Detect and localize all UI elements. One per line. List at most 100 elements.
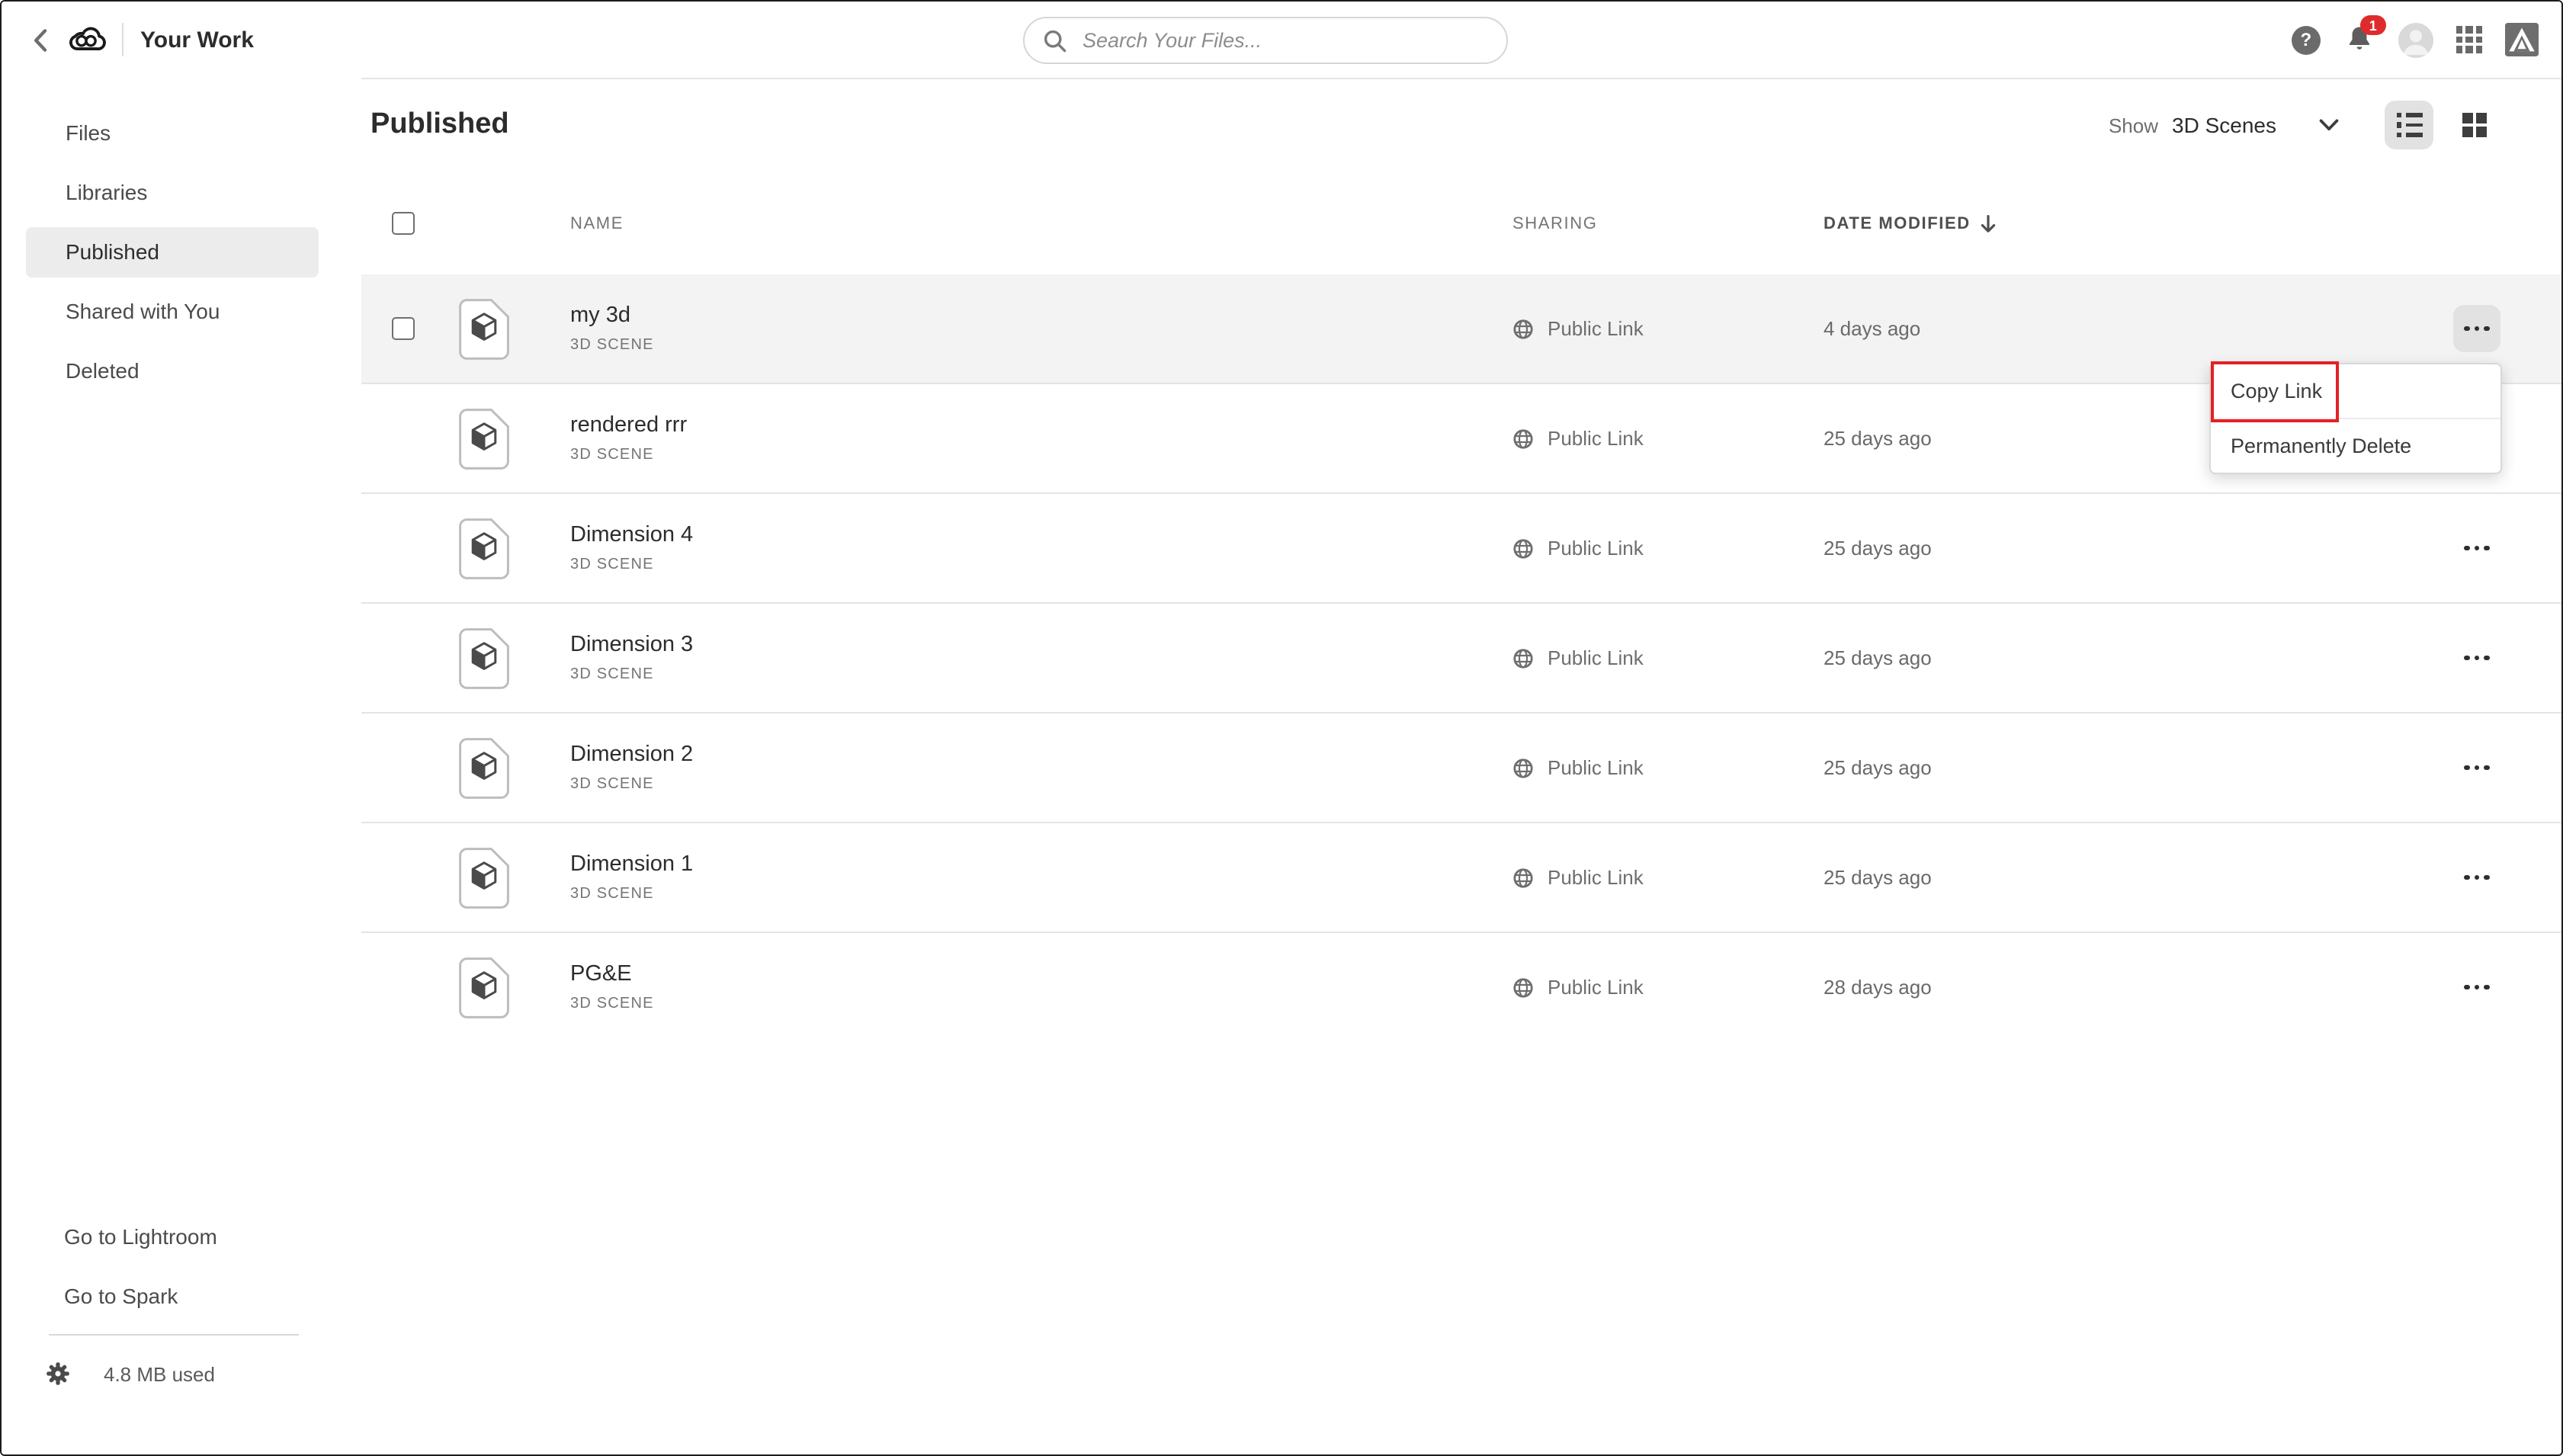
- row-actions-button[interactable]: [2453, 305, 2500, 352]
- globe-icon: [1512, 977, 1534, 998]
- row-date: 25 days ago: [1824, 604, 1932, 712]
- sort-descending-icon: [1981, 215, 1997, 233]
- apps-grid-button[interactable]: [2456, 27, 2482, 53]
- file-card-icon: [459, 628, 509, 697]
- table-row[interactable]: Dimension 2 3D SCENE Public Link 25 days…: [361, 714, 2561, 823]
- row-sharing-label: Public Link: [1548, 976, 1644, 999]
- ellipsis-icon: [2464, 765, 2469, 770]
- notifications-button[interactable]: 1: [2343, 23, 2375, 56]
- row-sharing-label: Public Link: [1548, 317, 1644, 340]
- cube-3d-icon: [473, 314, 496, 340]
- search-icon: [1043, 28, 1067, 53]
- column-header-date-modified[interactable]: DATE MODIFIED: [1824, 215, 1997, 233]
- adobe-logo: [2505, 23, 2539, 56]
- row-type-label: 3D SCENE: [570, 337, 654, 354]
- menu-item-copy-link[interactable]: Copy Link: [2211, 364, 2500, 418]
- sidebar-item-files[interactable]: Files: [26, 108, 319, 159]
- file-card-icon: [459, 738, 509, 807]
- top-header: Your Work ? 1: [2, 2, 2561, 79]
- main-content: Published Show 3D Scenes: [361, 78, 2561, 1454]
- page-title: Published: [370, 108, 509, 142]
- row-type-label: 3D SCENE: [570, 666, 693, 683]
- show-filter-value[interactable]: 3D Scenes: [2172, 113, 2276, 137]
- account-avatar-button[interactable]: [2398, 22, 2433, 57]
- notification-badge: 1: [2360, 15, 2386, 35]
- settings-button[interactable]: [46, 1361, 70, 1386]
- grid-view-button[interactable]: [2450, 101, 2499, 149]
- globe-icon: [1512, 647, 1534, 669]
- globe-icon: [1512, 537, 1534, 559]
- row-name: PG&E: [570, 962, 654, 986]
- sidebar-item-published[interactable]: Published: [26, 227, 319, 277]
- help-icon: ?: [2300, 29, 2311, 50]
- globe-icon: [1512, 428, 1534, 449]
- file-card-icon: [459, 299, 509, 367]
- row-actions-button[interactable]: [2453, 854, 2500, 901]
- sidebar-item-shared-with-you[interactable]: Shared with You: [26, 287, 319, 337]
- file-card-icon: [459, 409, 509, 477]
- ellipsis-icon: [2464, 984, 2469, 989]
- help-button[interactable]: ?: [2292, 25, 2321, 54]
- grid-view-icon: [2462, 113, 2488, 138]
- search-input[interactable]: [1079, 27, 1488, 53]
- row-actions-button[interactable]: [2453, 964, 2500, 1011]
- row-name: Dimension 3: [570, 633, 693, 657]
- file-card-icon: [459, 848, 509, 916]
- row-actions-button[interactable]: [2453, 524, 2500, 572]
- row-sharing-label: Public Link: [1548, 427, 1644, 450]
- row-actions-button[interactable]: [2453, 634, 2500, 681]
- row-type-label: 3D SCENE: [570, 776, 693, 793]
- show-filter-dropdown[interactable]: [2319, 119, 2339, 131]
- list-view-icon: [2396, 113, 2422, 138]
- row-type-label: 3D SCENE: [570, 996, 654, 1012]
- table-row[interactable]: Dimension 3 3D SCENE Public Link 25 days…: [361, 604, 2561, 714]
- app-window: Your Work ? 1: [0, 0, 2563, 1456]
- row-sharing-label: Public Link: [1548, 537, 1644, 560]
- sidebar-item-libraries[interactable]: Libraries: [26, 168, 319, 218]
- avatar-icon: [2398, 22, 2433, 57]
- row-date: 4 days ago: [1824, 274, 1920, 383]
- ellipsis-icon: [2464, 874, 2469, 880]
- ellipsis-icon: [2464, 655, 2469, 660]
- row-checkbox[interactable]: [392, 317, 415, 340]
- table-header: NAME SHARING DATE MODIFIED: [361, 213, 2561, 241]
- chevron-down-icon: [2319, 119, 2339, 131]
- sidebar-item-deleted[interactable]: Deleted: [26, 346, 319, 396]
- table-row[interactable]: PG&E 3D SCENE Public Link 28 days ago: [361, 933, 2561, 1043]
- show-label: Show: [2109, 114, 2158, 136]
- row-sharing-label: Public Link: [1548, 866, 1644, 889]
- sidebar-footer-divider: [49, 1334, 299, 1336]
- row-sharing-label: Public Link: [1548, 756, 1644, 779]
- row-date: 25 days ago: [1824, 494, 1932, 602]
- row-type-label: 3D SCENE: [570, 447, 687, 463]
- back-button[interactable]: [17, 17, 63, 63]
- cube-3d-icon: [473, 643, 496, 669]
- select-all-checkbox[interactable]: [392, 212, 415, 235]
- row-name: rendered rrr: [570, 413, 687, 438]
- apps-grid-icon: [2456, 27, 2463, 34]
- creative-cloud-logo: [66, 19, 107, 60]
- column-header-sharing[interactable]: SHARING: [1512, 215, 1597, 233]
- row-actions-button[interactable]: [2453, 744, 2500, 791]
- go-to-spark-link[interactable]: Go to Spark: [2, 1281, 361, 1311]
- row-date: 25 days ago: [1824, 384, 1932, 492]
- chevron-left-icon: [33, 28, 47, 51]
- column-header-name[interactable]: NAME: [570, 215, 624, 233]
- search-box: [1023, 17, 1508, 64]
- header-divider: [122, 23, 123, 56]
- context-menu: Copy Link Permanently Delete: [2209, 363, 2502, 474]
- table-row[interactable]: Dimension 1 3D SCENE Public Link 25 days…: [361, 823, 2561, 933]
- row-date: 28 days ago: [1824, 933, 1932, 1041]
- row-name: Dimension 2: [570, 742, 693, 767]
- gear-icon: [46, 1361, 70, 1386]
- cube-3d-icon: [473, 753, 496, 779]
- row-name: my 3d: [570, 303, 654, 328]
- row-type-label: 3D SCENE: [570, 886, 693, 903]
- globe-icon: [1512, 867, 1534, 888]
- app-title: Your Work: [140, 27, 254, 53]
- menu-item-permanently-delete[interactable]: Permanently Delete: [2211, 419, 2500, 473]
- go-to-lightroom-link[interactable]: Go to Lightroom: [2, 1221, 361, 1252]
- list-view-button[interactable]: [2385, 101, 2433, 149]
- table-row[interactable]: Dimension 4 3D SCENE Public Link 25 days…: [361, 494, 2561, 604]
- row-sharing-label: Public Link: [1548, 646, 1644, 669]
